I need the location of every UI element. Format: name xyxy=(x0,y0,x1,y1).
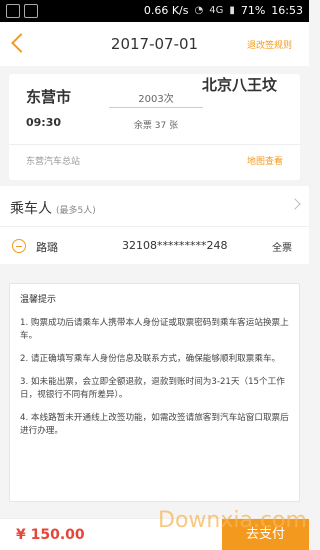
divider xyxy=(9,144,300,145)
remove-passenger-icon[interactable] xyxy=(12,239,26,253)
watermark: Downxia.com xyxy=(158,508,307,533)
passenger-title: 乘车人 xyxy=(10,201,52,217)
ticket-type: 全票 xyxy=(272,243,292,254)
remaining-tickets: 余票 37 张 xyxy=(133,121,179,131)
network-type: 4G xyxy=(209,5,224,16)
passenger-limit: (最多5人) xyxy=(56,206,96,216)
tip-item: 1. 购票成功后请乘车人携带本人身份证或取票密码到乘车客运站换票上车。 xyxy=(20,318,289,341)
passenger-header[interactable]: 乘车人 (最多5人) xyxy=(10,198,96,218)
passenger-id: 32108*********248 xyxy=(122,239,228,252)
tip-item: 3. 如未能出票，会立即全额退款，退款到账时间为3-21天（15个工作日，视银行… xyxy=(20,377,285,400)
battery-level: 71% xyxy=(240,4,266,17)
chevron-right-icon[interactable] xyxy=(289,198,301,210)
tip-item: 2. 请正确填写乘车人身份信息及联系方式，确保能够顺利取票乘车。 xyxy=(20,354,281,364)
tip-item: 4. 本线路暂未开通线上改签功能，如需改签请旅客到汽车站窗口取票后进行办理。 xyxy=(20,413,289,436)
total-price: ¥ 150.00 xyxy=(16,527,85,543)
departure-station: 东营汽车总站 xyxy=(26,157,81,167)
clock: 16:53 xyxy=(271,4,303,17)
departure-city: 东营市 xyxy=(26,88,72,106)
signal-icon: ▮ xyxy=(229,5,235,16)
status-bar: 0.66 K/s ◔ 4G ▮ 71% 16:53 xyxy=(0,0,309,22)
app-notification-icon xyxy=(6,4,20,18)
tips-box: 温馨提示 1. 购票成功后请乘车人携带本人身份证或取票密码到乘车客运站换票上车。… xyxy=(9,283,300,502)
divider xyxy=(0,226,309,227)
status-right: 0.66 K/s ◔ 4G ▮ 71% 16:53 xyxy=(144,4,303,17)
departure-time: 09:30 xyxy=(26,116,62,129)
refund-rule-link[interactable]: 退改签规则 xyxy=(247,38,292,51)
header-bar: 2017-07-01 退改签规则 xyxy=(0,22,309,66)
passenger-name: 路璐 xyxy=(36,241,58,254)
train-number: 2003次 xyxy=(138,94,174,105)
tips-title: 温馨提示 xyxy=(20,295,57,305)
route-line xyxy=(109,107,203,108)
net-speed: 0.66 K/s xyxy=(143,4,189,17)
arrival-city: 北京八王坟 xyxy=(202,76,278,94)
wifi-icon: ◔ xyxy=(194,5,204,16)
app-notification-icon xyxy=(24,4,38,18)
map-view-link[interactable]: 地图查看 xyxy=(247,154,283,167)
passenger-section: 乘车人 (最多5人) 路璐 32108*********248 全票 xyxy=(0,186,309,264)
trip-card: 东营市 09:30 2003次 余票 37 张 北京八王坟 东营汽车总站 地图查… xyxy=(9,74,300,180)
